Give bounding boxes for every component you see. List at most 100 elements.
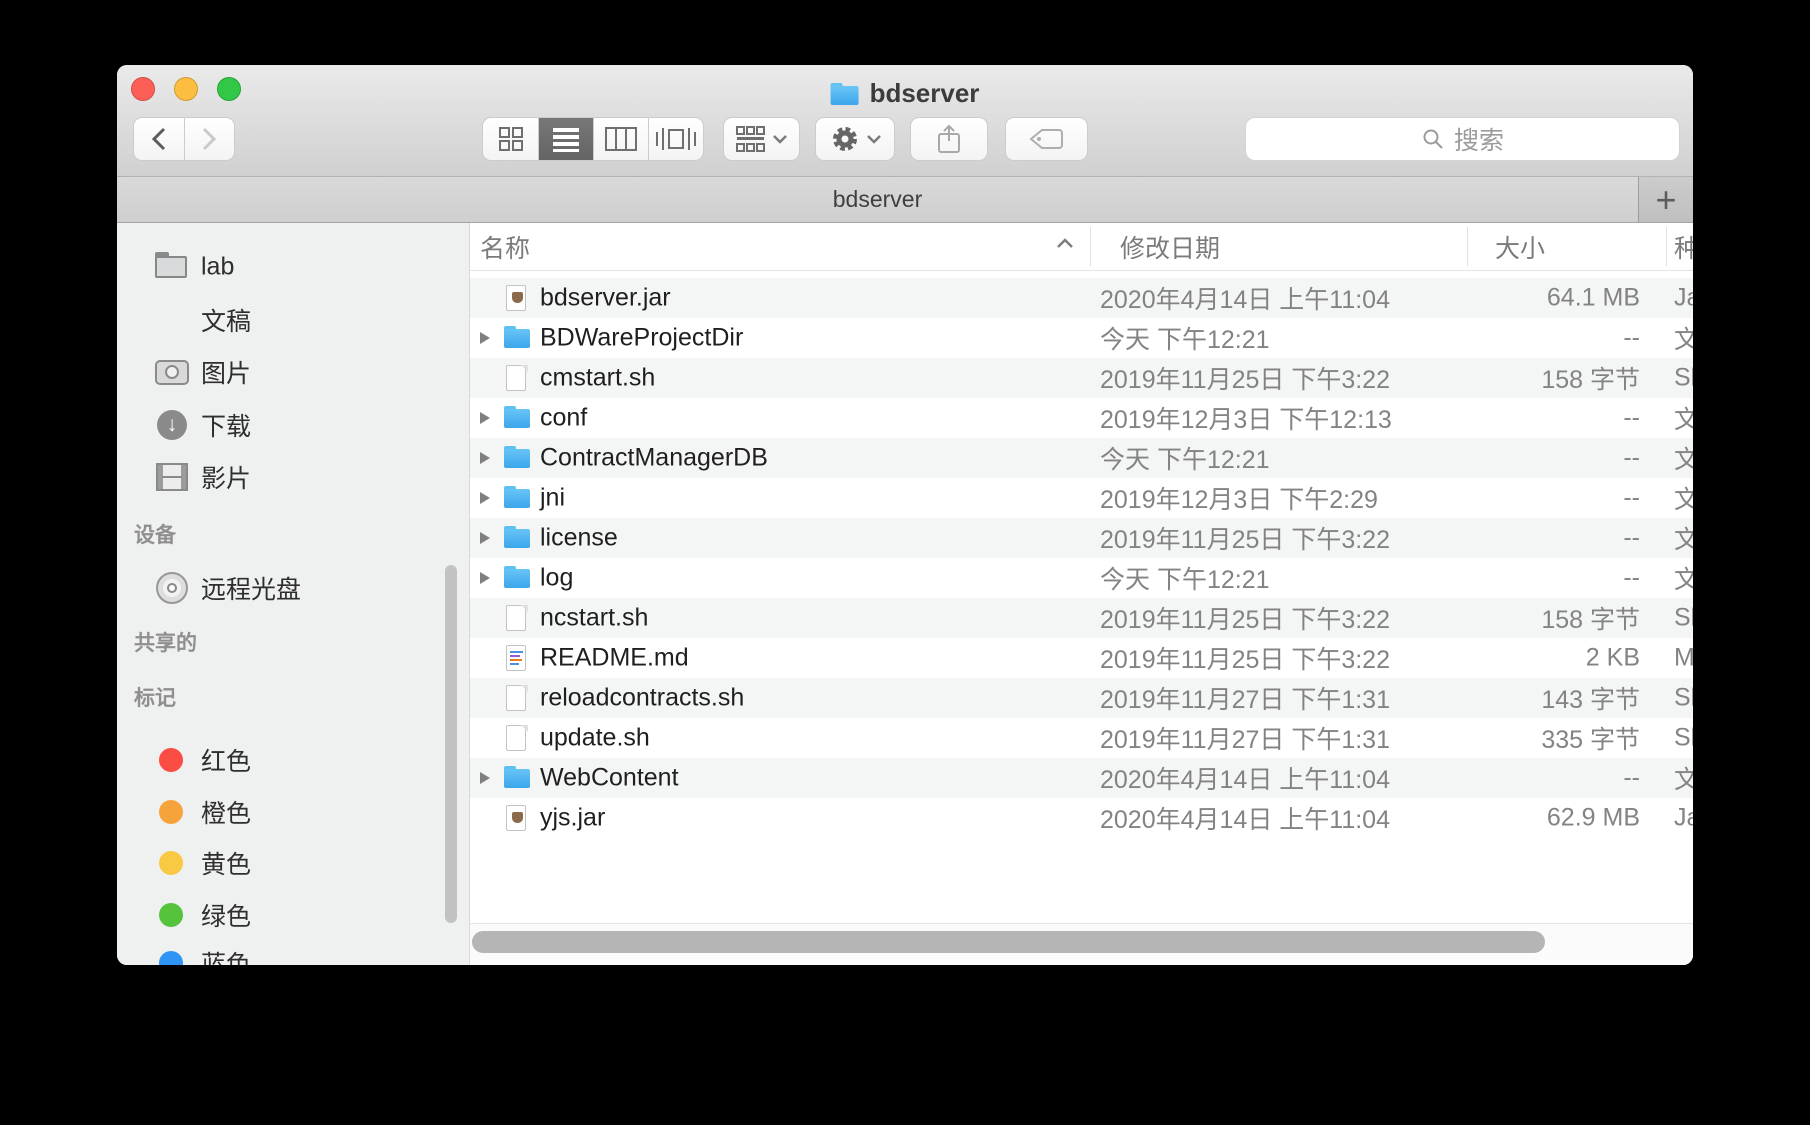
sidebar-item-label: 文稿 <box>201 302 251 338</box>
sidebar-item-lab[interactable]: lab <box>117 249 469 285</box>
disclosure-triangle-icon[interactable] <box>480 452 490 464</box>
sidebar-item-下载[interactable]: 下载 <box>117 407 469 443</box>
table-row[interactable]: reloadcontracts.sh 2019年11月27日 下午1:31 14… <box>470 678 1693 718</box>
md-icon <box>503 644 531 672</box>
file-kind: 文 <box>1674 760 1693 796</box>
column-header-name[interactable]: 名称 <box>480 229 530 265</box>
disclosure-triangle-icon[interactable] <box>480 412 490 424</box>
column-view-button[interactable] <box>593 118 648 160</box>
folder-icon <box>503 524 531 552</box>
documents-icon <box>153 303 191 337</box>
folder-icon <box>503 564 531 592</box>
new-tab-button[interactable]: + <box>1638 177 1693 222</box>
sidebar-item-远程光盘[interactable]: 远程光盘 <box>117 570 469 606</box>
icon-view-button[interactable] <box>483 118 538 160</box>
file-name: ncstart.sh <box>540 604 648 633</box>
sidebar-scrollbar[interactable] <box>445 565 457 923</box>
column-divider[interactable] <box>1090 227 1091 266</box>
file-size: 62.9 MB <box>1547 804 1640 833</box>
table-row[interactable]: BDWareProjectDir 今天 下午12:21 -- 文 <box>470 318 1693 358</box>
column-header-kind[interactable]: 种类 <box>1674 229 1693 265</box>
file-date: 2020年4月14日 上午11:04 <box>1100 280 1390 316</box>
table-row[interactable]: update.sh 2019年11月27日 下午1:31 335 字节 Sh <box>470 718 1693 758</box>
sidebar-item-图片[interactable]: 图片 <box>117 354 469 390</box>
file-date: 2019年12月3日 下午12:13 <box>1100 400 1392 436</box>
folder-icon <box>503 764 531 792</box>
file-date: 2019年11月25日 下午3:22 <box>1100 520 1390 556</box>
back-button[interactable] <box>134 118 184 160</box>
folder-icon <box>503 324 531 352</box>
sidebar-header-shared: 共享的 <box>134 627 197 657</box>
table-row[interactable]: ncstart.sh 2019年11月25日 下午3:22 158 字节 Sh <box>470 598 1693 638</box>
file-name: README.md <box>540 644 689 673</box>
disclosure-triangle-icon[interactable] <box>480 332 490 344</box>
group-by-button[interactable] <box>723 117 800 161</box>
table-row[interactable]: conf 2019年12月3日 下午12:13 -- 文 <box>470 398 1693 438</box>
sidebar-item-文稿[interactable]: 文稿 <box>117 302 469 338</box>
column-header-date[interactable]: 修改日期 <box>1120 229 1220 265</box>
disclosure-triangle-icon[interactable] <box>480 572 490 584</box>
tag-color-dot <box>159 903 183 927</box>
zoom-button[interactable] <box>217 77 241 101</box>
tab-bar: bdserver + <box>117 176 1693 223</box>
columns-icon <box>605 127 637 151</box>
tab-bdserver[interactable]: bdserver <box>117 177 1638 222</box>
search-placeholder: 搜索 <box>1454 121 1504 157</box>
list-view-button[interactable] <box>538 118 593 160</box>
sidebar-header-devices: 设备 <box>134 519 176 549</box>
disclosure-triangle-icon[interactable] <box>480 772 490 784</box>
file-size: 158 字节 <box>1541 600 1640 636</box>
file-size: 158 字节 <box>1541 360 1640 396</box>
share-button[interactable] <box>910 117 988 161</box>
horizontal-scrollbar-thumb[interactable] <box>472 931 1545 953</box>
tag-color-dot <box>159 851 183 875</box>
file-kind: 文 <box>1674 440 1693 476</box>
search-input[interactable]: 搜索 <box>1245 117 1680 161</box>
file-date: 2019年12月3日 下午2:29 <box>1100 480 1378 516</box>
horizontal-scrollbar-track[interactable] <box>470 923 1693 965</box>
gallery-view-button[interactable] <box>648 118 703 160</box>
doc-icon <box>503 364 531 392</box>
tag-color-dot <box>159 800 183 824</box>
file-size: -- <box>1623 484 1640 513</box>
close-button[interactable] <box>131 77 155 101</box>
titlebar: bdserver <box>117 65 1693 176</box>
column-divider[interactable] <box>1666 227 1667 266</box>
table-row[interactable]: WebContent 2020年4月14日 上午11:04 -- 文 <box>470 758 1693 798</box>
action-menu-button[interactable] <box>815 117 895 161</box>
table-row[interactable]: log 今天 下午12:21 -- 文 <box>470 558 1693 598</box>
list-header: 名称 修改日期 大小 种类 <box>470 223 1693 271</box>
gear-icon <box>830 124 860 154</box>
sidebar-item-绿色[interactable]: 绿色 <box>117 897 469 933</box>
chevron-left-icon <box>149 126 169 152</box>
file-name: bdserver.jar <box>540 284 671 313</box>
table-row[interactable]: README.md 2019年11月25日 下午3:22 2 KB Ma <box>470 638 1693 678</box>
sidebar-item-label: 橙色 <box>201 794 251 830</box>
sidebar-item-影片[interactable]: 影片 <box>117 459 469 495</box>
sidebar-item-红色[interactable]: 红色 <box>117 742 469 778</box>
gallery-icon <box>655 126 697 152</box>
sidebar-item-橙色[interactable]: 橙色 <box>117 794 469 830</box>
file-name: ContractManagerDB <box>540 444 768 473</box>
sidebar-item-黄色[interactable]: 黄色 <box>117 845 469 881</box>
forward-button[interactable] <box>184 118 234 160</box>
tag-button[interactable] <box>1005 117 1088 161</box>
navigation-buttons <box>133 117 235 161</box>
tag-color-dot <box>159 748 183 772</box>
file-kind: 文 <box>1674 520 1693 556</box>
disclosure-triangle-icon[interactable] <box>480 532 490 544</box>
table-row[interactable]: cmstart.sh 2019年11月25日 下午3:22 158 字节 Sh <box>470 358 1693 398</box>
table-row[interactable]: jni 2019年12月3日 下午2:29 -- 文 <box>470 478 1693 518</box>
disclosure-triangle-icon[interactable] <box>480 492 490 504</box>
file-kind: 文 <box>1674 480 1693 516</box>
sidebar-item-蓝色[interactable]: 蓝色 <box>117 945 469 965</box>
table-row[interactable]: yjs.jar 2020年4月14日 上午11:04 62.9 MB Ja <box>470 798 1693 838</box>
file-size: -- <box>1623 564 1640 593</box>
minimize-button[interactable] <box>174 77 198 101</box>
column-divider[interactable] <box>1467 227 1468 266</box>
table-row[interactable]: license 2019年11月25日 下午3:22 -- 文 <box>470 518 1693 558</box>
table-row[interactable]: bdserver.jar 2020年4月14日 上午11:04 64.1 MB … <box>470 278 1693 318</box>
file-kind: Sh <box>1674 724 1693 753</box>
column-header-size[interactable]: 大小 <box>1495 229 1545 265</box>
table-row[interactable]: ContractManagerDB 今天 下午12:21 -- 文 <box>470 438 1693 478</box>
